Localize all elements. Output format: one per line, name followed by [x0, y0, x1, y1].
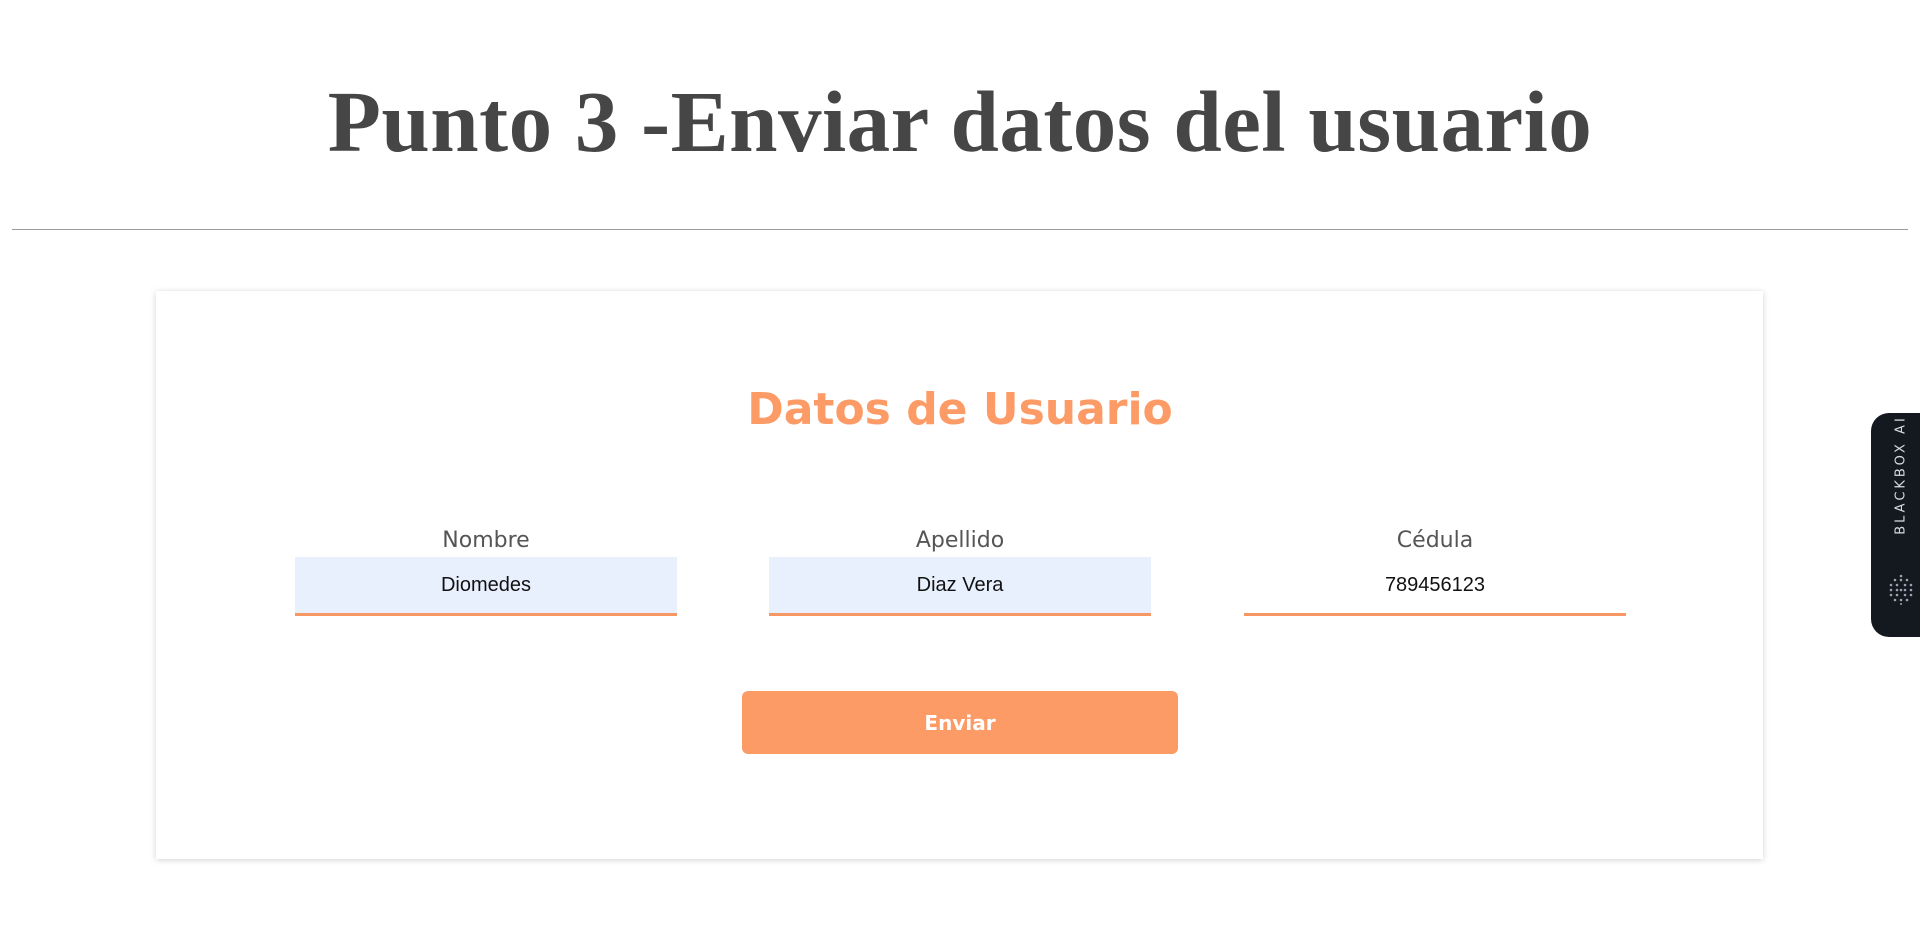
last-name-input[interactable]: [769, 557, 1151, 616]
blackbox-logo-icon: [1889, 574, 1913, 605]
first-name-field: Nombre: [295, 525, 677, 616]
form-title: Datos de Usuario: [747, 384, 1173, 435]
page-title: Punto 3 -Enviar datos del usuario: [327, 73, 1593, 170]
first-name-label: Nombre: [442, 528, 530, 553]
extension-tab-label: BLACKBOX AI: [1893, 415, 1909, 535]
id-number-label: Cédula: [1396, 528, 1474, 553]
header-divider: [12, 229, 1908, 230]
last-name-field: Apellido: [769, 525, 1151, 616]
blackbox-extension-tab[interactable]: BLACKBOX AI: [1871, 413, 1920, 637]
submit-button[interactable]: Enviar: [742, 691, 1178, 754]
id-number-input[interactable]: [1244, 557, 1626, 616]
id-number-field: Cédula: [1244, 525, 1626, 616]
first-name-input[interactable]: [295, 557, 677, 616]
last-name-label: Apellido: [915, 528, 1005, 553]
